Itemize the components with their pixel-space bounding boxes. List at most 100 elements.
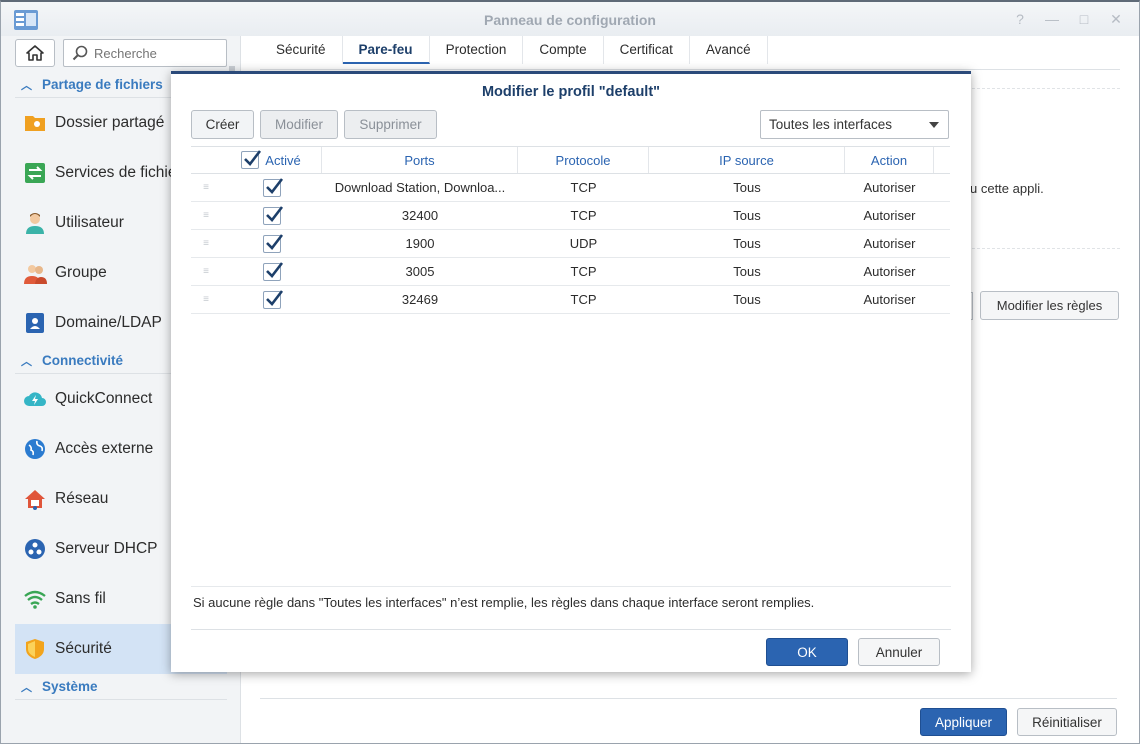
rule-enabled-checkbox[interactable] bbox=[262, 177, 283, 197]
tab-security[interactable]: Sécurité bbox=[260, 36, 343, 64]
chevron-up-icon: ︿ bbox=[21, 355, 32, 368]
chevron-up-icon: ︿ bbox=[21, 79, 32, 92]
sidebar-item-label: Services de fichiers bbox=[55, 164, 190, 181]
tab-firewall[interactable]: Pare-feu bbox=[342, 36, 430, 64]
active-cell bbox=[221, 258, 322, 285]
edit-profile-dialog: Modifier le profil "default" Créer Modif… bbox=[171, 71, 971, 672]
sidebar-item-label: Utilisateur bbox=[55, 214, 124, 231]
source-ip-cell: Tous bbox=[733, 264, 761, 279]
tab-certificate[interactable]: Certificat bbox=[604, 36, 690, 64]
sidebar-item-label: Sécurité bbox=[55, 640, 112, 657]
action-cell: Autoriser bbox=[863, 264, 916, 279]
delete-button[interactable]: Supprimer bbox=[344, 110, 437, 139]
table-row[interactable]: ≡ 32400 TCP Tous Autoriser bbox=[191, 202, 950, 230]
active-cell bbox=[221, 202, 322, 229]
reset-button[interactable]: Réinitialiser bbox=[1017, 708, 1117, 736]
active-cell bbox=[221, 174, 322, 201]
domain-ldap-icon bbox=[26, 313, 44, 333]
source-ip-cell: Tous bbox=[733, 208, 761, 223]
shared-folder-icon bbox=[25, 116, 45, 131]
divider bbox=[972, 248, 1120, 249]
sidebar-item-label: QuickConnect bbox=[55, 390, 153, 407]
drag-handle-icon[interactable]: ≡ bbox=[191, 286, 221, 313]
section-label: Connectivité bbox=[42, 353, 124, 368]
minimize-icon[interactable]: — bbox=[1043, 11, 1061, 28]
sidebar-item-label: Domaine/LDAP bbox=[55, 314, 162, 331]
footer-divider bbox=[191, 629, 951, 630]
table-row[interactable]: ≡ 32469 TCP Tous Autoriser bbox=[191, 286, 950, 314]
ports-cell: 1900 bbox=[405, 236, 435, 251]
drag-handle-icon[interactable]: ≡ bbox=[191, 258, 221, 285]
security-shield-icon bbox=[26, 639, 44, 659]
window-controls: ? — □ ✕ bbox=[1011, 11, 1125, 28]
checkmark-icon bbox=[265, 177, 283, 194]
checkmark-icon bbox=[265, 289, 283, 306]
external-access-icon bbox=[25, 439, 45, 459]
table-row[interactable]: ≡ Download Station, Downloa... TCP Tous Auto… bbox=[191, 174, 950, 202]
drag-handle-icon[interactable]: ≡ bbox=[191, 202, 221, 229]
tab-account[interactable]: Compte bbox=[523, 36, 604, 64]
drag-handle-icon[interactable]: ≡ bbox=[191, 230, 221, 257]
column-header-active[interactable]: Activé bbox=[221, 147, 322, 173]
maximize-icon[interactable]: □ bbox=[1075, 11, 1093, 28]
background-description-text: u cette appli. bbox=[970, 181, 1044, 196]
home-icon bbox=[26, 45, 44, 61]
create-button[interactable]: Créer bbox=[191, 110, 254, 139]
column-header-protocol[interactable]: Protocole bbox=[518, 147, 649, 173]
checkmark-icon bbox=[244, 150, 262, 166]
close-icon[interactable]: ✕ bbox=[1107, 11, 1125, 28]
divider bbox=[972, 88, 1120, 89]
home-button[interactable] bbox=[15, 39, 55, 67]
action-cell: Autoriser bbox=[863, 180, 916, 195]
rule-enabled-checkbox[interactable] bbox=[262, 261, 283, 281]
file-services-icon bbox=[25, 163, 45, 183]
protocol-cell: TCP bbox=[570, 180, 597, 195]
rule-enabled-checkbox[interactable] bbox=[262, 233, 283, 253]
search-input[interactable] bbox=[94, 45, 214, 61]
info-note: Si aucune règle dans "Toutes les interfa… bbox=[193, 595, 815, 610]
checkmark-icon bbox=[265, 261, 283, 278]
rule-enabled-checkbox[interactable] bbox=[262, 205, 283, 225]
quickconnect-icon bbox=[24, 392, 46, 406]
rule-enabled-checkbox[interactable] bbox=[262, 289, 283, 309]
interface-select[interactable]: Toutes les interfaces bbox=[760, 110, 949, 139]
table-row[interactable]: ≡ 3005 TCP Tous Autoriser bbox=[191, 258, 950, 286]
active-cell bbox=[221, 230, 322, 257]
search-icon bbox=[72, 45, 88, 61]
sidebar-item-label: Accès externe bbox=[55, 440, 154, 457]
table-body: ≡ Download Station, Downloa... TCP Tous Auto… bbox=[191, 174, 950, 314]
sidebar-item-label: Réseau bbox=[55, 490, 109, 507]
cancel-button[interactable]: Annuler bbox=[858, 638, 940, 666]
drag-handle-icon[interactable]: ≡ bbox=[191, 174, 221, 201]
sidebar-item-label: Groupe bbox=[55, 264, 107, 281]
edit-rules-button[interactable]: Modifier les règles bbox=[980, 291, 1119, 320]
column-header-ports[interactable]: Ports bbox=[322, 147, 518, 173]
tab-advanced[interactable]: Avancé bbox=[690, 36, 768, 64]
sidebar-item-label: Dossier partagé bbox=[55, 114, 165, 131]
source-ip-cell: Tous bbox=[733, 292, 761, 307]
group-icon bbox=[24, 265, 47, 284]
table-row[interactable]: ≡ 1900 UDP Tous Autoriser bbox=[191, 230, 950, 258]
checkmark-icon bbox=[265, 233, 283, 250]
source-ip-cell: Tous bbox=[733, 236, 761, 251]
apply-button[interactable]: Appliquer bbox=[920, 708, 1007, 736]
help-icon[interactable]: ? bbox=[1011, 11, 1029, 28]
column-header-action[interactable]: Action bbox=[845, 147, 934, 173]
wireless-icon bbox=[24, 590, 46, 609]
section-header-system[interactable]: ︿ Système bbox=[15, 674, 227, 700]
ok-button[interactable]: OK bbox=[766, 638, 848, 666]
title-bar: Panneau de configuration ? — □ ✕ bbox=[1, 2, 1139, 36]
search-field[interactable] bbox=[63, 39, 227, 67]
modify-button[interactable]: Modifier bbox=[260, 110, 338, 139]
ports-cell: 32469 bbox=[401, 292, 439, 307]
tab-protection[interactable]: Protection bbox=[430, 36, 524, 64]
ports-cell: 3005 bbox=[405, 264, 435, 279]
select-all-checkbox[interactable] bbox=[241, 150, 262, 169]
window-title: Panneau de configuration bbox=[484, 12, 656, 28]
checkmark-icon bbox=[265, 205, 283, 222]
column-header-source-ip[interactable]: IP source bbox=[649, 147, 845, 173]
dialog-title: Modifier le profil "default" bbox=[481, 84, 661, 100]
interface-select-value: Toutes les interfaces bbox=[769, 117, 893, 132]
column-label: Activé bbox=[265, 152, 301, 168]
dropdown-caret-icon bbox=[929, 122, 939, 128]
